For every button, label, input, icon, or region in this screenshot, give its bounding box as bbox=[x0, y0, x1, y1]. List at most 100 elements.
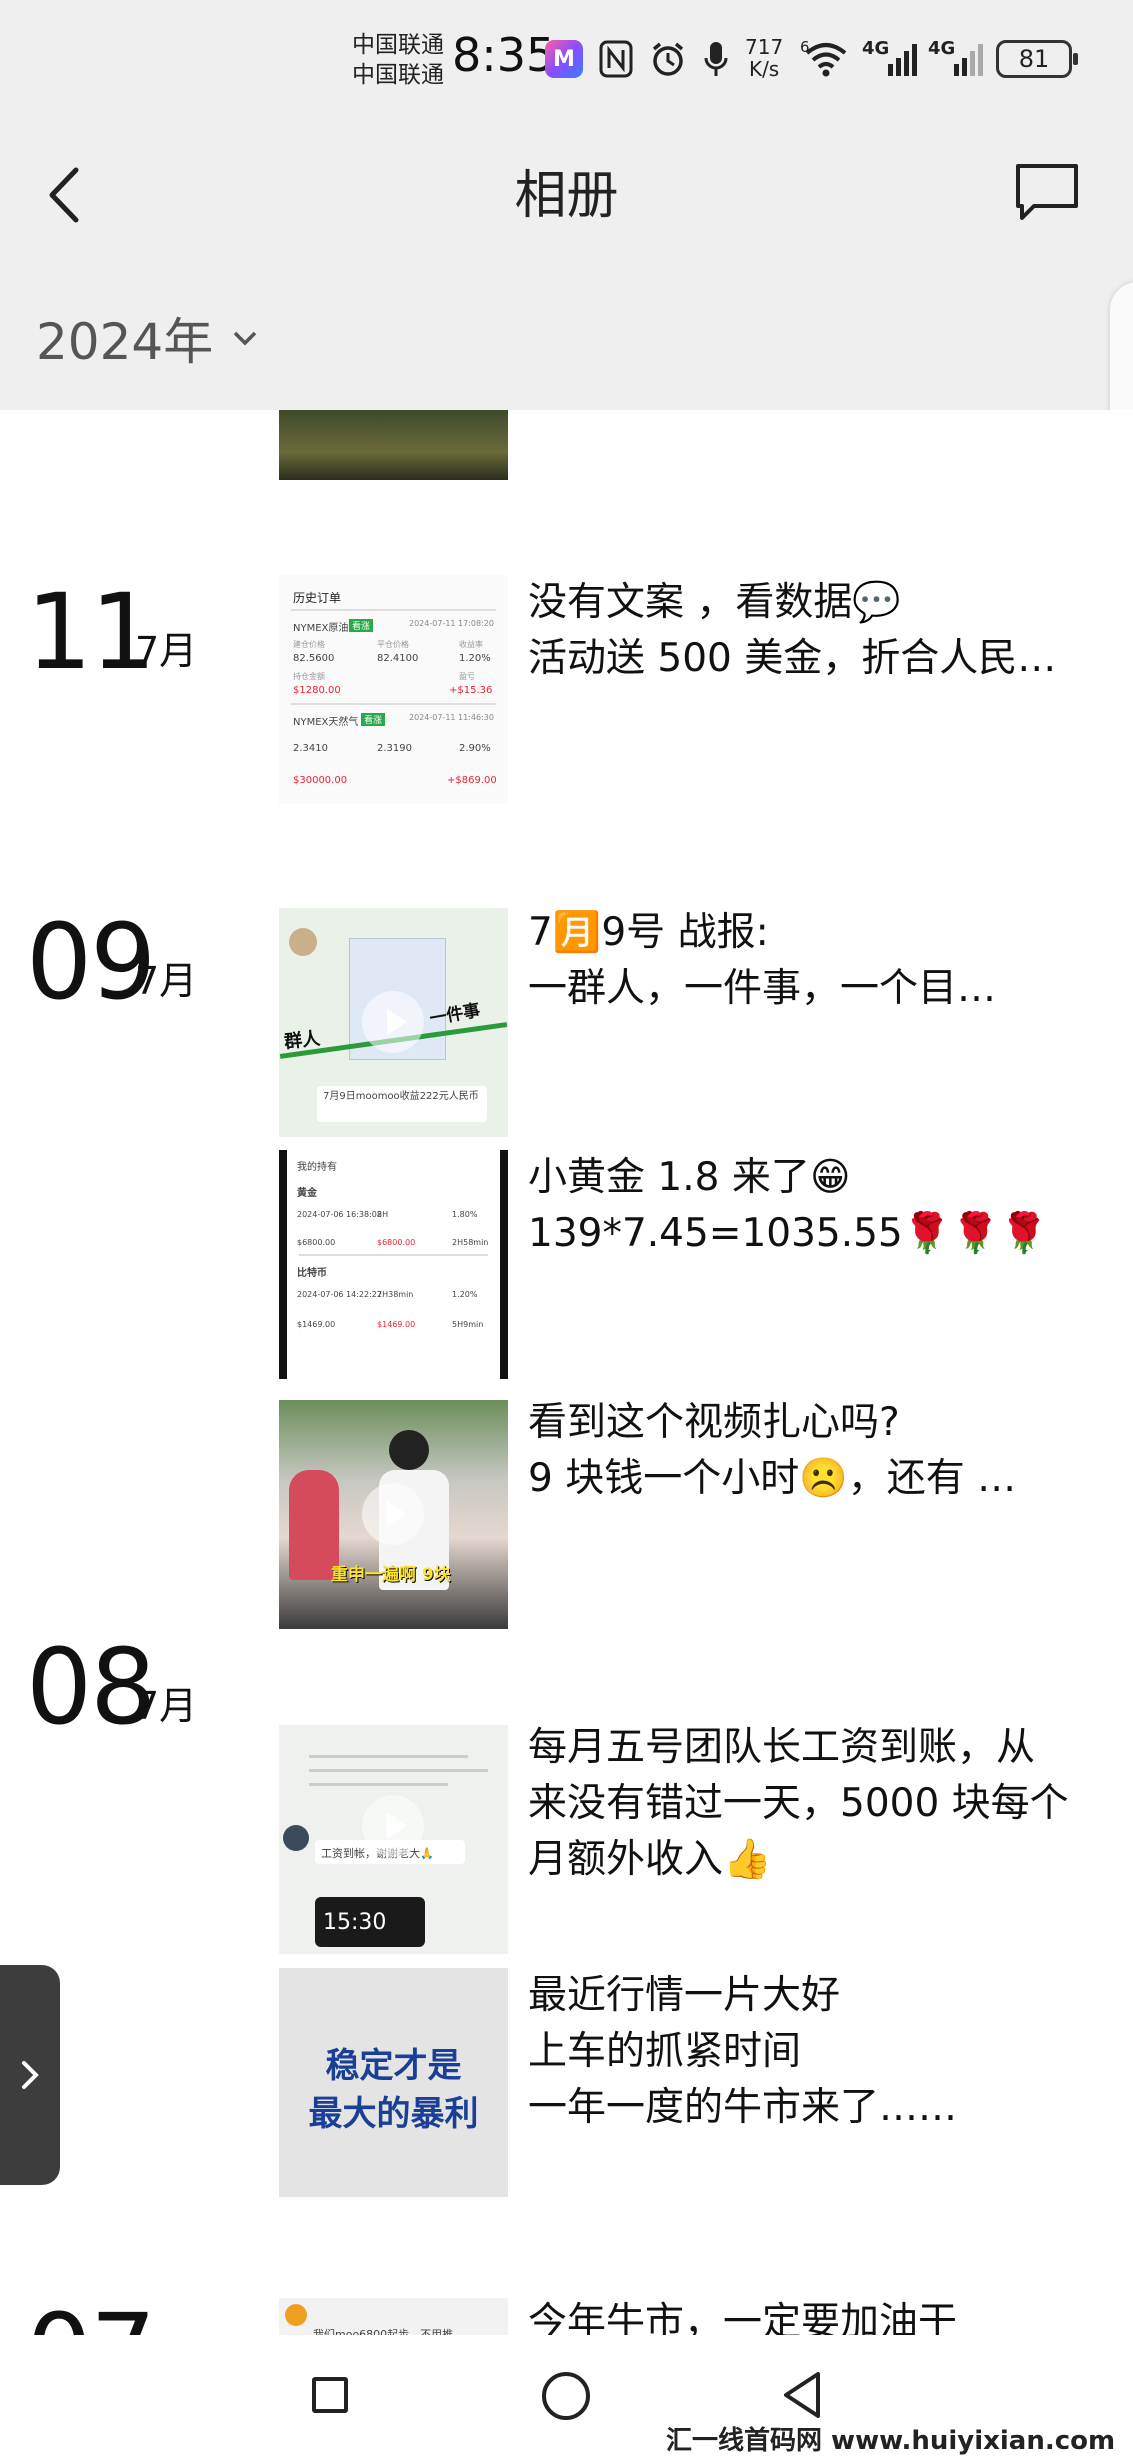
home-button[interactable] bbox=[542, 2372, 590, 2420]
wifi-label: 6 bbox=[800, 38, 810, 56]
video-thumbnail[interactable]: 群人 一件事 7月9日moomoo收益222元人民币 bbox=[279, 908, 508, 1137]
thumb-date: 2024-07-11 17:08:20 bbox=[409, 619, 494, 628]
thumb-label: 平仓价格 bbox=[377, 640, 409, 649]
post-line: 139*7.45=1035.55🌹🌹🌹 bbox=[528, 1211, 1049, 1256]
carrier-labels: 中国联通 中国联通 bbox=[352, 30, 444, 90]
photo-thumbnail[interactable]: 历史订单 NYMEX原油 看涨 2024-07-11 17:08:20 建仓价格… bbox=[279, 575, 508, 804]
post-text[interactable]: 7🈷️9号 战报: 一群人，一件事，一个目… bbox=[528, 905, 1098, 1017]
thumb-badge: 看涨 bbox=[361, 713, 386, 726]
post-text[interactable]: 今年牛市，一定要加油干 bbox=[528, 2295, 1098, 2335]
post-line: 看到这个视频扎心吗? bbox=[528, 1400, 900, 1445]
thumb-value: $1469.00 bbox=[297, 1320, 336, 1329]
thumb-value: $6800.00 bbox=[377, 1238, 416, 1247]
page-title: 相册 bbox=[514, 166, 619, 226]
thumb-item: NYMEX原油 bbox=[293, 623, 349, 634]
banner-text: 稳定才是 bbox=[325, 2046, 462, 2086]
app-icon: M bbox=[545, 40, 583, 78]
avatar bbox=[285, 2304, 307, 2326]
thumb-value: 82.4100 bbox=[377, 653, 419, 664]
play-icon bbox=[362, 1795, 424, 1857]
thumb-value: +$15.36 bbox=[449, 685, 493, 696]
expand-handle[interactable] bbox=[0, 1965, 60, 2185]
post-line: 今年牛市，一定要加油干 bbox=[528, 2300, 958, 2335]
signal-1-label: 4G bbox=[862, 38, 890, 59]
system-back-button[interactable] bbox=[778, 2368, 826, 2422]
avatar bbox=[283, 1825, 309, 1851]
post-line: 最近行情一片大好 bbox=[528, 1973, 841, 2018]
post-text[interactable]: 看到这个视频扎心吗? 9 块钱一个小时☹️，还有 … bbox=[528, 1395, 1098, 1507]
thumb-date: 2024-07-11 11:46:30 bbox=[409, 713, 494, 722]
thumb-value: 2.3190 bbox=[377, 743, 412, 754]
post-line: 活动送 500 美金，折合人民… bbox=[528, 636, 1057, 681]
post-text[interactable]: 小黄金 1.8 来了😁 139*7.45=1035.55🌹🌹🌹 bbox=[528, 1150, 1098, 1262]
comment-icon bbox=[1016, 164, 1078, 220]
post-line: 7🈷️9号 战报: bbox=[528, 910, 769, 955]
photo-thumbnail[interactable]: 稳定才是 最大的暴利 bbox=[279, 1968, 508, 2197]
play-icon bbox=[362, 1483, 424, 1545]
avatar bbox=[289, 928, 317, 956]
thumb-value: +$869.00 bbox=[447, 775, 497, 786]
nfc-icon bbox=[598, 38, 634, 80]
thumb-date: 2024-07-06 16:38:08 bbox=[297, 1210, 382, 1219]
post-line: 小黄金 1.8 来了😁 bbox=[528, 1155, 851, 1200]
thumb-value: 5H9min bbox=[452, 1320, 484, 1329]
thumb-value: 2.90% bbox=[459, 743, 491, 754]
thumb-value: 1.20% bbox=[452, 1290, 478, 1299]
year-label: 2024年 bbox=[36, 313, 214, 371]
thumb-value: 1.80% bbox=[452, 1210, 478, 1219]
video-thumbnail[interactable]: 重申一遍啊 9块 bbox=[279, 1400, 508, 1629]
post-text[interactable]: 没有文案 ，看数据💬 活动送 500 美金，折合人民… bbox=[528, 575, 1098, 687]
thumb-item: NYMEX天然气 bbox=[293, 717, 359, 728]
date-day: 07 bbox=[26, 2300, 156, 2335]
post-text[interactable]: 每月五号团队长工资到账，从 来没有错过一天，5000 块每个 月额外收入👍 bbox=[528, 1720, 1098, 1888]
album-feed[interactable]: 11 7月 历史订单 NYMEX原油 看涨 2024-07-11 17:08:2… bbox=[0, 410, 1133, 2335]
recents-button[interactable] bbox=[312, 2377, 348, 2413]
thumb-title: 我的持有 bbox=[297, 1162, 337, 1173]
battery-icon: 81 bbox=[996, 40, 1078, 78]
thumb-value: 1.20% bbox=[459, 653, 491, 664]
battery-level: 81 bbox=[1018, 45, 1050, 73]
post-line: 一群人，一件事，一个目… bbox=[528, 966, 997, 1011]
thumb-label: 盈亏 bbox=[459, 672, 475, 681]
thumb-date: 2024-07-06 14:22:27 bbox=[297, 1290, 382, 1299]
post-line: 每月五号团队长工资到账，从 bbox=[528, 1725, 1036, 1770]
carrier-2: 中国联通 bbox=[352, 62, 444, 88]
photo-thumbnail[interactable]: 我们moo6800起步，不用推 bbox=[279, 2298, 508, 2335]
alarm-icon bbox=[648, 38, 688, 80]
mic-icon bbox=[700, 38, 732, 80]
clock: 8:35 bbox=[452, 28, 556, 82]
banner-text: 最大的暴利 bbox=[308, 2094, 479, 2134]
status-bar: 中国联通 中国联通 8:35 M 717 K/s 6 4G 4G 81 bbox=[0, 0, 1133, 125]
photo-thumbnail[interactable]: 我的持有 黄金 2024-07-06 16:38:08 2H 1.80% $68… bbox=[279, 1150, 508, 1379]
date-month: 7月 bbox=[135, 959, 198, 1003]
thumb-caption: 重申一遍啊 9块 bbox=[331, 1565, 451, 1585]
post-line: 没有文案 ，看数据💬 bbox=[528, 580, 901, 625]
date-month: 7月 bbox=[135, 629, 198, 673]
post-text[interactable]: 最近行情一片大好 上车的抓紧时间 一年一度的牛市来了…… bbox=[528, 1968, 1098, 2136]
carrier-1: 中国联通 bbox=[352, 32, 444, 58]
thumb-value: 82.5600 bbox=[293, 653, 335, 664]
year-selector[interactable]: 2024年 bbox=[36, 302, 259, 374]
thumb-caption: 7月9日moomoo收益222元人民币 bbox=[323, 1091, 479, 1102]
thumb-value: 2H38min bbox=[377, 1290, 414, 1299]
thumb-caption: 我们moo6800起步，不用推 bbox=[313, 2328, 454, 2335]
net-speed-unit: K/s bbox=[748, 57, 780, 81]
wifi-icon: 6 bbox=[800, 38, 852, 80]
thumb-item: 比特币 bbox=[297, 1268, 327, 1279]
comment-button[interactable] bbox=[1012, 160, 1082, 226]
play-icon bbox=[362, 991, 424, 1053]
thumb-value: $1469.00 bbox=[377, 1320, 416, 1329]
thumb-time: 15:30 bbox=[323, 1910, 387, 1935]
post-line: 9 块钱一个小时☹️，还有 … bbox=[528, 1456, 1017, 1501]
thumb-label: 持仓金额 bbox=[293, 672, 325, 681]
photo-thumbnail[interactable] bbox=[279, 410, 508, 480]
post-line: 月额外收入👍 bbox=[528, 1837, 772, 1882]
signal-icon: 4G bbox=[862, 38, 922, 80]
thumb-item: 黄金 bbox=[297, 1188, 317, 1199]
thumb-value: 2H bbox=[377, 1210, 389, 1219]
chevron-right-icon bbox=[22, 2061, 39, 2089]
post-line: 一年一度的牛市来了…… bbox=[528, 2085, 958, 2130]
thumb-value: $1280.00 bbox=[293, 685, 341, 696]
video-thumbnail[interactable]: 工资到帐，谢谢老大🙏 15:30 bbox=[279, 1725, 508, 1954]
triangle-back-icon bbox=[784, 2372, 820, 2418]
